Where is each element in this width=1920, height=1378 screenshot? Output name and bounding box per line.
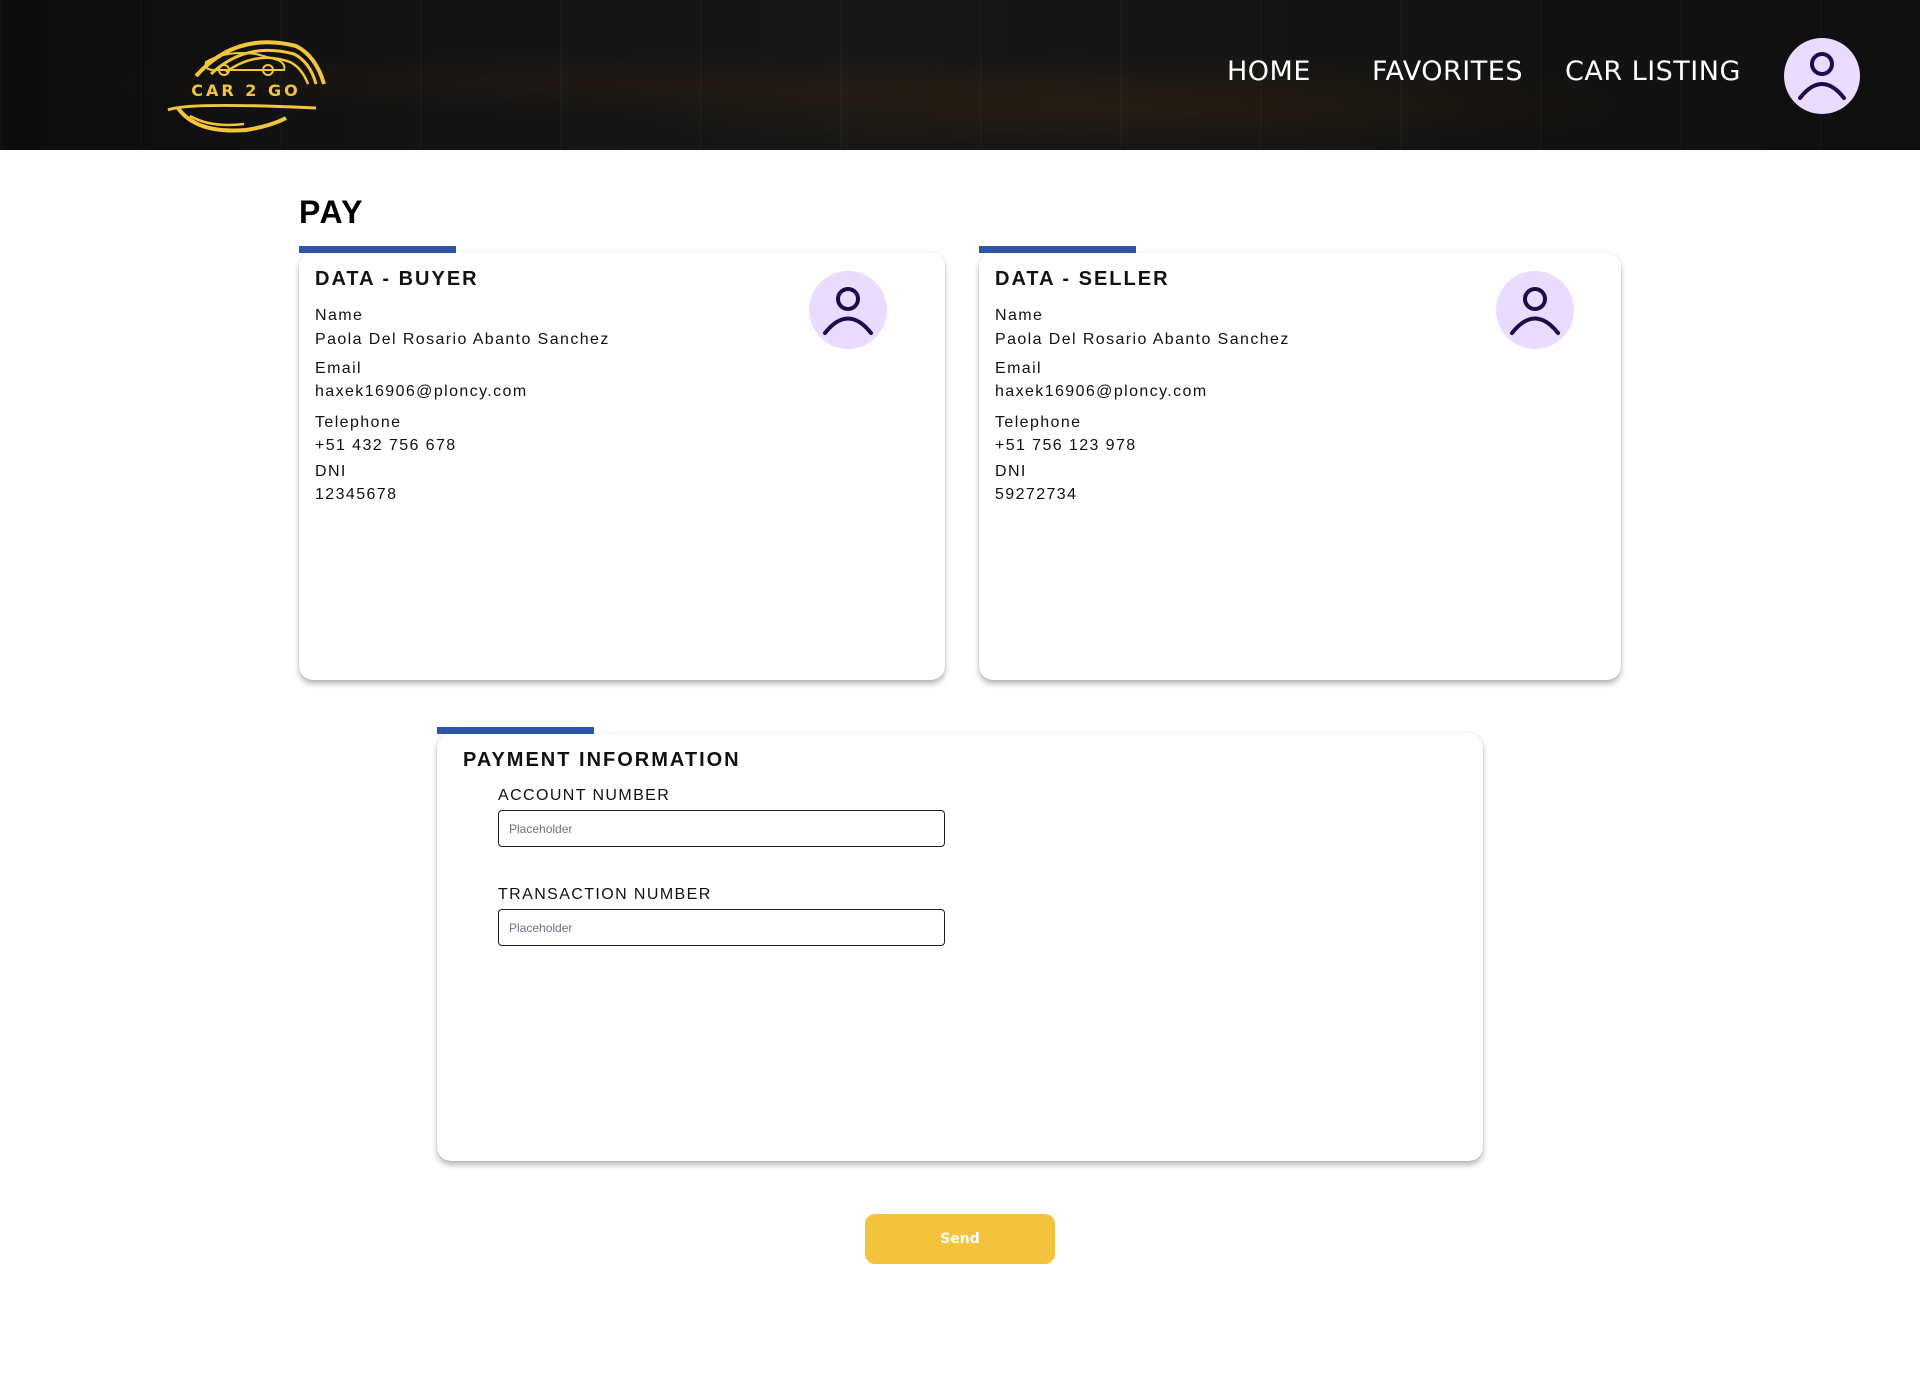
nav-car-listing-link[interactable]: CAR LISTING <box>1565 56 1741 87</box>
buyer-card-accent-bar <box>299 246 456 253</box>
buyer-data-card: DATA - BUYER Name Paola Del Rosario Aban… <box>299 252 945 680</box>
buyer-card-title: DATA - BUYER <box>315 268 479 290</box>
seller-name-label: Name <box>995 307 1044 324</box>
transaction-number-input[interactable] <box>498 909 945 946</box>
buyer-email-value: haxek16906@ploncy.com <box>315 383 528 400</box>
user-icon <box>1798 52 1846 100</box>
buyer-telephone-value: +51 432 756 678 <box>315 437 457 454</box>
main-nav: HOME FAVORITES CAR LISTING <box>0 0 1920 150</box>
account-number-input[interactable] <box>498 810 945 847</box>
profile-avatar-button[interactable] <box>1784 38 1860 114</box>
buyer-dni-value: 12345678 <box>315 486 398 503</box>
user-icon <box>1510 287 1560 335</box>
buyer-telephone-label: Telephone <box>315 414 402 431</box>
seller-dni-label: DNI <box>995 463 1027 480</box>
seller-telephone-value: +51 756 123 978 <box>995 437 1137 454</box>
payment-card-title: PAYMENT INFORMATION <box>463 749 741 771</box>
nav-home-link[interactable]: HOME <box>1227 56 1311 87</box>
buyer-name-label: Name <box>315 307 364 324</box>
user-icon <box>823 287 873 335</box>
seller-email-value: haxek16906@ploncy.com <box>995 383 1208 400</box>
top-navbar: CAR 2 GO HOME FAVORITES CAR LISTING <box>0 0 1920 150</box>
nav-favorites-link[interactable]: FAVORITES <box>1372 56 1523 87</box>
buyer-avatar <box>809 271 887 349</box>
buyer-dni-label: DNI <box>315 463 347 480</box>
seller-avatar <box>1496 271 1574 349</box>
buyer-name-value: Paola Del Rosario Abanto Sanchez <box>315 331 610 348</box>
send-button[interactable]: Send <box>865 1214 1055 1264</box>
payment-card-accent-bar <box>437 727 594 734</box>
seller-card-title: DATA - SELLER <box>995 268 1170 290</box>
seller-name-value: Paola Del Rosario Abanto Sanchez <box>995 331 1290 348</box>
seller-card-accent-bar <box>979 246 1136 253</box>
seller-email-label: Email <box>995 360 1043 377</box>
seller-data-card: DATA - SELLER Name Paola Del Rosario Aba… <box>979 252 1621 680</box>
seller-telephone-label: Telephone <box>995 414 1082 431</box>
buyer-email-label: Email <box>315 360 363 377</box>
seller-dni-value: 59272734 <box>995 486 1078 503</box>
account-number-label: ACCOUNT NUMBER <box>498 787 671 804</box>
payment-information-card: PAYMENT INFORMATION ACCOUNT NUMBER TRANS… <box>437 733 1483 1161</box>
page-title: PAY <box>299 194 364 230</box>
transaction-number-label: TRANSACTION NUMBER <box>498 886 712 903</box>
